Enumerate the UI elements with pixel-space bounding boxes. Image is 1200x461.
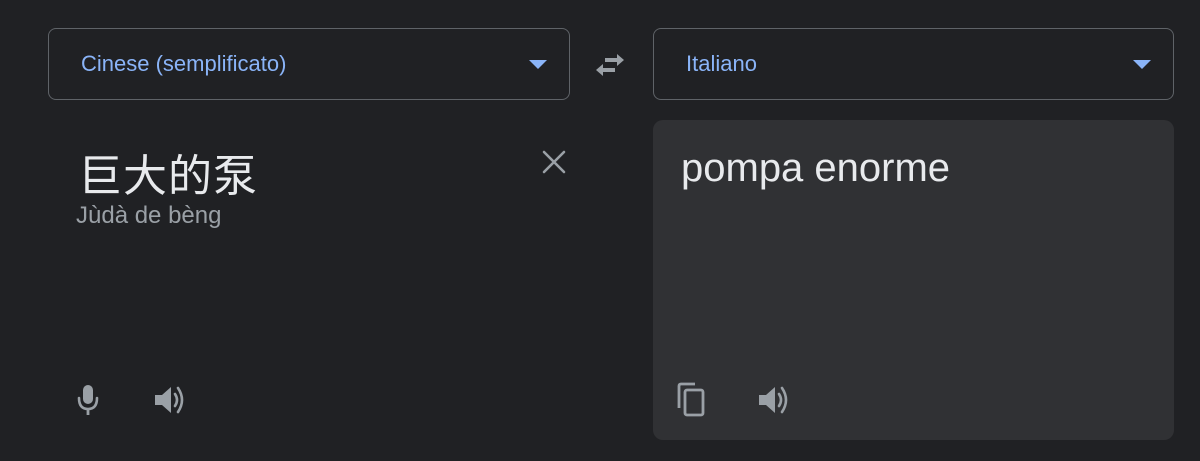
target-language-select[interactable]: Italiano bbox=[653, 28, 1174, 100]
source-text-area[interactable]: 巨大的泵 Jùdà de bèng bbox=[48, 120, 584, 440]
chevron-down-icon bbox=[529, 60, 547, 69]
voice-input-button[interactable] bbox=[68, 380, 108, 420]
source-transliteration: Jùdà de bèng bbox=[76, 202, 222, 229]
translation-text: pompa enorme bbox=[681, 146, 951, 190]
listen-source-button[interactable] bbox=[150, 380, 190, 420]
copy-icon bbox=[677, 382, 705, 417]
translation-panel: pompa enorme bbox=[653, 120, 1174, 440]
target-language-label: Italiano bbox=[686, 51, 757, 76]
source-language-select[interactable]: Cinese (semplificato) bbox=[48, 28, 570, 100]
speaker-icon bbox=[155, 386, 184, 414]
translate-page: Cinese (semplificato) Italiano 巨大的泵 Jùdà… bbox=[0, 0, 1200, 461]
clear-source-button[interactable] bbox=[538, 146, 570, 178]
microphone-icon bbox=[77, 385, 99, 415]
listen-translation-button[interactable] bbox=[754, 380, 794, 420]
swap-arrows-icon bbox=[596, 54, 624, 76]
speaker-icon bbox=[759, 386, 788, 414]
chevron-down-icon bbox=[1133, 60, 1151, 69]
copy-translation-button[interactable] bbox=[671, 380, 711, 420]
source-text[interactable]: 巨大的泵 bbox=[78, 140, 258, 204]
swap-languages-button[interactable] bbox=[588, 45, 632, 85]
close-icon bbox=[542, 150, 566, 174]
source-language-label: Cinese (semplificato) bbox=[81, 51, 287, 76]
